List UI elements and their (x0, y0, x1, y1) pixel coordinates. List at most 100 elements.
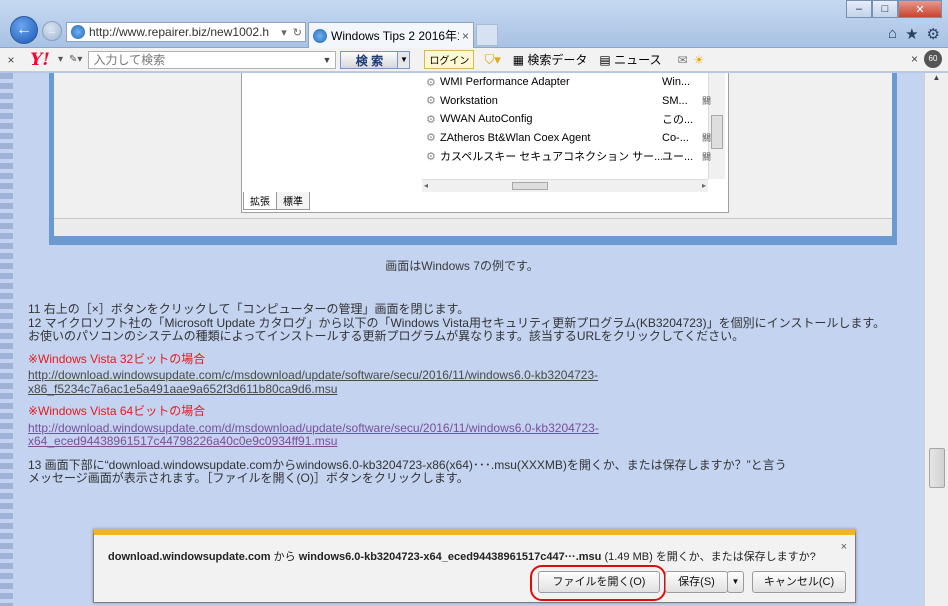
vista-32bit-link-line2: x86_f5234c7a6ac1e5a491aae9a652f3d611b80c… (28, 381, 338, 396)
login-button[interactable]: ログイン (424, 50, 475, 69)
scroll-right-icon: ▸ (701, 181, 706, 190)
refresh-icon[interactable]: ↻ (290, 26, 305, 39)
download-filename: windows6.0-kb3204723-x64_eced94438961517… (298, 551, 602, 563)
download-from: から (273, 551, 296, 563)
services-window: ◂ ▸ ⚙ WMI Performance Adapter Win... ⚙ Work… (54, 73, 892, 236)
ie-favicon-icon (71, 25, 85, 39)
home-icon[interactable]: ⌂ (888, 25, 897, 43)
address-bar[interactable]: http://www.repairer.biz/new1002.h ▾ ↻ (66, 22, 306, 42)
service-desc: SM... (662, 94, 688, 107)
minimize-button[interactable]: ‒ (846, 0, 872, 18)
close-window-button[interactable]: ✕ (898, 0, 942, 18)
download-notification-bar: download.windowsupdate.com から windows6.0… (93, 529, 856, 603)
address-url: http://www.repairer.biz/new1002.h (89, 25, 270, 39)
tab-close-icon[interactable]: × (462, 29, 469, 43)
tab-extended: 拡張 (243, 192, 277, 210)
yahoo-logo[interactable]: Y! (22, 50, 58, 70)
view-tabs: 拡張 標準 (56, 192, 310, 210)
settings-gear-icon[interactable]: ⚙ (927, 25, 940, 43)
save-options-dropdown[interactable]: ▼ (727, 571, 744, 593)
vista-32bit-link[interactable]: http://download.windowsupdate.com/c/msdo… (28, 368, 598, 396)
maximize-button[interactable]: □ (872, 0, 898, 18)
pane-hscroll-thumb (512, 182, 548, 190)
download-question: を開くか、または保存しますか? (655, 551, 816, 563)
cancel-button[interactable]: キャンセル(C) (752, 571, 846, 593)
browser-right-icons: ⌂ ★ ⚙ (888, 25, 940, 43)
tab-title: Windows Tips 2 2016年1... (331, 29, 459, 43)
forward-arrow-icon: → (46, 25, 58, 37)
vista-64bit-link-line2: x64_eced94438961517c44798226a40c0e9c0934… (28, 434, 338, 448)
page-scroll-thumb[interactable] (929, 448, 945, 488)
search-dropdown-icon[interactable]: ▾ (278, 26, 290, 39)
service-desc: この... (662, 114, 694, 127)
service-row: ⚙ カスペルスキー セキュアコネクション サー... ユー... 關 (426, 147, 716, 166)
toolbar-right-close-icon[interactable]: × (911, 52, 918, 66)
favorites-star-icon[interactable]: ★ (905, 25, 918, 43)
service-name: Workstation (440, 94, 498, 107)
page-scrollbar[interactable]: ▲ (924, 73, 948, 606)
step-12: 12 マイクロソフト社の「Microsoft Update カタログ」から以下の… (28, 315, 886, 330)
chart-icon: ▦ (512, 53, 525, 67)
news-label: ニュース (614, 53, 662, 67)
search-options-dropdown[interactable]: ▼ (398, 50, 411, 69)
step-12-note: お使いのパソコンのシステムの種類によってインストールする更新プログラムが異なりま… (28, 329, 745, 343)
vista-32bit-header: ※Windows Vista 32ビットの場合 (28, 351, 206, 366)
service-row: ⚙ ZAtheros Bt&Wlan Coex Agent Co-... 關 (426, 129, 716, 148)
new-tab-button[interactable] (476, 24, 498, 46)
toolbar-close-icon[interactable]: × (0, 53, 22, 67)
vista-64bit-header: ※Windows Vista 64ビットの場合 (28, 404, 206, 418)
vista-32bit-link-line1: http://download.windowsupdate.com/c/msdo… (28, 368, 599, 382)
service-extra: 關 (702, 151, 712, 162)
download-bar-close-icon[interactable]: × (841, 541, 847, 553)
browser-title-bar: ← → http://www.repairer.biz/new1002.h ▾ … (0, 0, 948, 48)
service-desc: ユー... (662, 151, 694, 164)
service-name: ZAtheros Bt&Wlan Coex Agent (440, 131, 591, 144)
mail-icon[interactable]: ✉ (678, 53, 688, 67)
scroll-up-icon[interactable]: ▲ (925, 73, 948, 90)
save-button[interactable]: 保存(S) (665, 571, 728, 593)
news-icon: ▤ (599, 53, 611, 67)
gear-icon: ⚙ (426, 132, 436, 145)
notification-badge[interactable]: 60 (924, 50, 942, 68)
download-message: download.windowsupdate.com から windows6.0… (108, 548, 816, 564)
screenshot-caption: 画面はWindows 7の例です。 (385, 259, 539, 273)
tab-active[interactable]: Windows Tips 2 2016年1... × (308, 22, 474, 48)
shield-icon[interactable]: ⛉▾ (484, 52, 500, 68)
page-left-border (0, 73, 13, 606)
yahoo-toolbar: × Y! ▾ ✎▾ 入力して検索 ▼ 検 索 ▼ ログイン ⛉▾ ▦ 検索データ… (0, 48, 948, 72)
gear-icon: ⚙ (426, 113, 436, 126)
pane-horizontal-scrollbar: ◂ ▸ (422, 179, 708, 192)
search-data-button[interactable]: ▦ 検索データ (513, 51, 588, 68)
search-data-label: 検索データ (527, 53, 588, 67)
pencil-icon[interactable]: ✎▾ (69, 54, 82, 65)
weather-icon[interactable]: ☀ (694, 53, 705, 67)
service-desc: Co-... (662, 131, 689, 144)
step-13: 13 画面下部に“download.windowsupdate.comからwin… (28, 457, 787, 472)
vista-64bit-link[interactable]: http://download.windowsupdate.com/d/msdo… (28, 421, 599, 449)
service-extra: 關 (702, 133, 712, 144)
instructions: 11 右上の［×］ボタンをクリックして「コンピューターの管理」画面を閉じます。 … (28, 302, 908, 486)
forward-button[interactable]: → (42, 21, 62, 41)
gear-icon: ⚙ (426, 150, 436, 163)
tab-standard: 標準 (276, 192, 310, 210)
toolbar-search-button[interactable]: 検 索 (340, 50, 399, 69)
page-content: ◂ ▸ ⚙ WMI Performance Adapter Win... ⚙ Work… (0, 73, 924, 606)
toolbar-search-input[interactable]: 入力して検索 ▼ (88, 50, 337, 69)
step-11: 11 右上の［×］ボタンをクリックして「コンピューターの管理」画面を閉じます。 (28, 302, 470, 316)
service-extra: 關 (702, 96, 712, 107)
gear-icon: ⚙ (426, 95, 436, 108)
open-file-button[interactable]: ファイルを開く(O) (538, 571, 660, 593)
service-desc: Win... (662, 76, 691, 89)
logo-dropdown-icon[interactable]: ▾ (58, 54, 63, 65)
service-name: WWAN AutoConfig (440, 113, 533, 126)
step-13-note: メッセージ画面が表示されます。［ファイルを開く(O)］ボタンをクリックします。 (28, 471, 469, 485)
search-placeholder: 入力して検索 (93, 53, 166, 67)
services-status-bar (54, 218, 892, 236)
back-arrow-icon: ← (16, 21, 32, 38)
search-history-dropdown-icon[interactable]: ▼ (323, 55, 332, 65)
news-button[interactable]: ▤ ニュース (599, 51, 661, 68)
service-row: ⚙ WWAN AutoConfig この... (426, 110, 716, 129)
download-size: (1.49 MB) (604, 551, 653, 563)
back-button[interactable]: ← (10, 16, 38, 44)
window-controls: ‒ □ ✕ (846, 0, 942, 18)
